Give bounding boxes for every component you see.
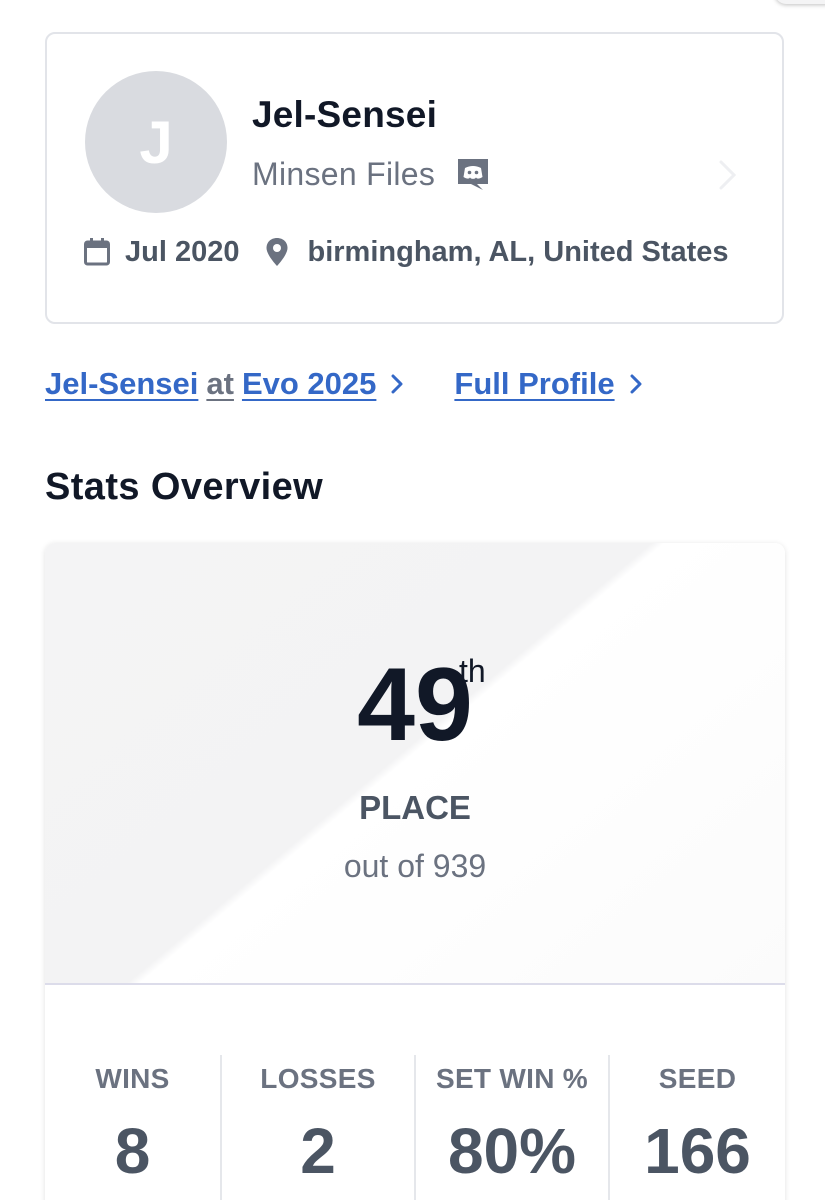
chevron-right-icon: [716, 158, 740, 192]
notification-badge[interactable]: [775, 0, 825, 4]
profile-card[interactable]: J Jel-Sensei Minsen Files Jul 2020 birmi…: [45, 32, 784, 324]
stat-wins: WINS 8: [45, 1055, 222, 1200]
chevron-right-icon: [390, 373, 404, 395]
player-link[interactable]: Jel-Sensei: [45, 366, 198, 402]
location-text: birmingham, AL, United States: [307, 235, 729, 268]
location: birmingham, AL, United States: [265, 235, 729, 269]
joined-date: Jul 2020: [83, 236, 239, 269]
stat-seed: SEED 166: [610, 1055, 785, 1200]
stat-label: SEED: [658, 1063, 737, 1094]
avatar: J: [85, 71, 227, 213]
team-name: Minsen Files: [252, 155, 436, 192]
calendar-icon: [83, 237, 111, 267]
section-title: Stats Overview: [45, 466, 324, 508]
stat-value: 166: [644, 1115, 751, 1187]
stat-set-win-pct: SET WIN % 80%: [416, 1055, 610, 1200]
event-link-group: Jel-Sensei at Evo 2025: [45, 366, 404, 402]
links-row: Jel-Sensei at Evo 2025 Full Profile: [45, 362, 643, 406]
place-number: 49: [357, 647, 473, 763]
place-total: out of 939: [343, 848, 487, 884]
placement-panel: 49 th PLACE out of 939: [45, 543, 785, 985]
stat-label: LOSSES: [260, 1063, 376, 1094]
stat-label: WINS: [95, 1063, 170, 1094]
player-stats-page: J Jel-Sensei Minsen Files Jul 2020 birmi…: [0, 0, 825, 1200]
stat-columns: WINS 8 LOSSES 2 SET WIN % 80% SEED 166: [45, 1055, 785, 1200]
stat-label: SET WIN %: [435, 1063, 589, 1094]
stat-value: 8: [114, 1115, 151, 1187]
stat-value: 2: [300, 1115, 336, 1187]
stat-value: 80%: [447, 1115, 577, 1187]
stat-losses: LOSSES 2: [222, 1055, 416, 1200]
location-pin-icon: [265, 237, 293, 267]
event-link[interactable]: Evo 2025: [242, 366, 376, 402]
joined-text: Jul 2020: [125, 235, 240, 268]
stats-card: 49 th PLACE out of 939 WINS 8 LOSSES 2 S…: [45, 543, 785, 1200]
discord-icon[interactable]: [455, 156, 491, 192]
chevron-right-icon: [629, 373, 643, 395]
full-profile-link[interactable]: Full Profile: [454, 366, 614, 402]
full-profile-link-group: Full Profile: [454, 366, 642, 402]
avatar-initial: J: [139, 108, 173, 176]
profile-meta: Jul 2020 birmingham, AL, United States: [83, 232, 729, 272]
place-suffix: th: [459, 653, 486, 689]
gamer-tag: Jel-Sensei: [252, 94, 438, 135]
at-text: at: [206, 366, 234, 401]
place-label: PLACE: [359, 789, 471, 826]
team-row: Minsen Files: [252, 154, 491, 194]
